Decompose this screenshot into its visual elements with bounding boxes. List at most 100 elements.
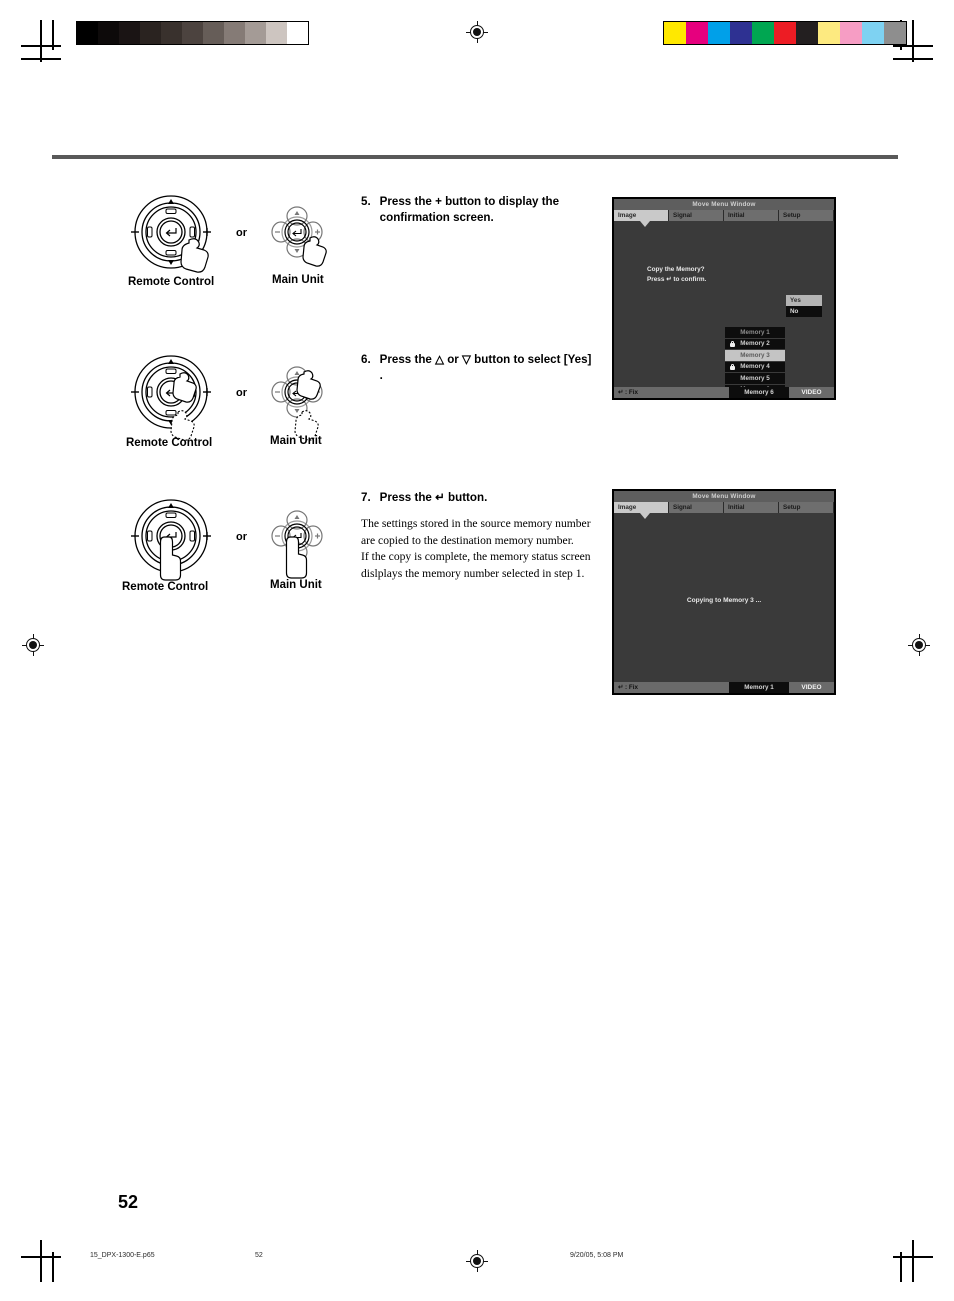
unit-down-arrow-icon — [294, 249, 300, 253]
crop-mark-bottom-right-h — [893, 1256, 933, 1258]
color-swatch-10 — [884, 22, 906, 44]
memory-item-5-label: Memory 5 — [740, 374, 770, 382]
gray-swatch-5 — [182, 22, 203, 44]
step-7-body: The settings stored in the source memory… — [361, 516, 591, 581]
memory-item-2[interactable]: Memory 2 — [725, 338, 785, 350]
crop-mark-bottom-right-v — [912, 1240, 914, 1282]
crop-mark-bottom-left-h — [21, 1256, 61, 1258]
page-number: 52 — [118, 1192, 139, 1212]
gray-swatch-3 — [140, 22, 161, 44]
osd-confirm-message: Copy the Memory? Press ↵ to confirm. — [647, 266, 707, 283]
gray-swatch-9 — [266, 22, 287, 44]
crop-mark-bottom-left-v2 — [52, 1252, 54, 1282]
crop-mark-bottom-left-v — [40, 1240, 42, 1282]
memory-item-2-label: Memory 2 — [740, 340, 770, 348]
registration-mark-bottom — [466, 1250, 488, 1272]
illustration-step-5: or Remote Control Main Unit — [118, 192, 354, 292]
color-swatch-5 — [774, 22, 796, 44]
gray-swatch-2 — [119, 22, 140, 44]
or-label-5: or — [236, 227, 248, 239]
color-control-strip — [663, 21, 907, 45]
crop-mark-top-right-h2 — [893, 58, 933, 60]
osd-copying-status-memory: Memory 1 — [729, 682, 789, 693]
step-5-heading: Press the + button to display the confir… — [379, 195, 560, 224]
crop-mark-top-left-v — [40, 20, 42, 62]
gray-swatch-0 — [77, 22, 98, 44]
lock-icon — [730, 363, 735, 370]
gray-swatch-1 — [98, 22, 119, 44]
osd-copying-tab-signal[interactable]: Signal — [669, 502, 723, 513]
osd-copying-tab-setup[interactable]: Setup — [779, 502, 833, 513]
crop-mark-top-left-h — [21, 45, 61, 47]
osd-copying-screen: Move Menu Window Image Signal Initial Se… — [612, 489, 836, 695]
osd-copying-message: Copying to Memory 3 ... — [686, 597, 762, 604]
step-7-number: 7. — [361, 491, 371, 504]
osd-confirm-tabbar: Image Signal Initial Setup — [614, 210, 834, 227]
unit-up-arrow-icon — [294, 211, 300, 215]
gray-swatch-10 — [287, 22, 308, 44]
osd-copying-tabbar: Image Signal Initial Setup — [614, 502, 834, 519]
osd-copying-statusbar: ↵ : Fix Memory 1 VIDEO — [614, 682, 834, 693]
lock-icon — [730, 340, 735, 347]
illustration-step-6: or Remote Control Main Unit — [118, 352, 354, 452]
or-label-6: or — [236, 387, 248, 399]
up-arrow-icon — [168, 199, 174, 204]
step-6-heading: Press the △ or ▽ button to select [Yes] … — [379, 353, 592, 382]
osd-confirmation-screen: Move Menu Window Image Signal Initial Se… — [612, 197, 836, 400]
down-arrow-icon — [168, 260, 174, 265]
memory-item-1[interactable]: Memory 1 — [725, 327, 785, 339]
crop-mark-top-right-h — [893, 45, 933, 47]
color-swatch-8 — [840, 22, 862, 44]
color-swatch-3 — [730, 22, 752, 44]
registration-mark-right — [908, 634, 930, 656]
remote-control-label-7: Remote Control — [122, 581, 209, 593]
memory-item-5[interactable]: Memory 5 — [725, 373, 785, 385]
osd-confirm-tab-initial[interactable]: Initial — [724, 210, 778, 221]
osd-copying-status-source: VIDEO — [789, 682, 834, 693]
osd-confirm-title: Move Menu Window — [614, 199, 834, 210]
step-5: 5. Press the + button to display the con… — [361, 194, 597, 226]
color-swatch-7 — [818, 22, 840, 44]
osd-confirm-body: Copy the Memory? Press ↵ to confirm. Yes… — [614, 221, 834, 398]
osd-memory-list: Memory 1 Memory 2 Memory 3 Memory 4 Memo… — [725, 327, 785, 396]
remote-control-label-6: Remote Control — [126, 437, 213, 449]
main-unit-label-7: Main Unit — [270, 579, 322, 591]
color-swatch-6 — [796, 22, 818, 44]
registration-mark-left — [22, 634, 44, 656]
osd-confirm-tab-image[interactable]: Image — [614, 210, 668, 221]
manual-page: or Remote Control Main Unit 5. Press the… — [0, 0, 954, 1301]
color-swatch-0 — [664, 22, 686, 44]
osd-copying-tab-image[interactable]: Image — [614, 502, 668, 513]
footer-page: 52 — [255, 1252, 263, 1259]
osd-confirm-status-fix: ↵ : Fix — [614, 387, 729, 398]
up-arrow-icon — [168, 503, 174, 508]
osd-copying-tab-initial[interactable]: Initial — [724, 502, 778, 513]
memory-item-4[interactable]: Memory 4 — [725, 361, 785, 373]
gray-swatch-7 — [224, 22, 245, 44]
osd-confirm-yesno-group: Yes No — [786, 295, 822, 317]
step-6-number: 6. — [361, 353, 371, 366]
gray-swatch-6 — [203, 22, 224, 44]
gray-swatch-4 — [161, 22, 182, 44]
grayscale-control-strip — [76, 21, 309, 45]
crop-mark-top-left-h2 — [21, 58, 61, 60]
crop-mark-top-right-v — [912, 20, 914, 62]
memory-item-3-label: Memory 3 — [740, 351, 770, 359]
color-swatch-2 — [708, 22, 730, 44]
illustration-step-7: or Remote Control Main Unit — [118, 496, 354, 596]
osd-option-yes[interactable]: Yes — [786, 295, 822, 306]
footer-filename: 15_DPX-1300-E.p65 — [90, 1252, 155, 1259]
step-7-heading: Press the ↵ button. — [379, 491, 488, 504]
osd-confirm-tab-signal[interactable]: Signal — [669, 210, 723, 221]
color-swatch-1 — [686, 22, 708, 44]
footer-timestamp: 9/20/05, 5:08 PM — [570, 1252, 624, 1259]
osd-copying-title: Move Menu Window — [614, 491, 834, 502]
header-rule — [52, 155, 898, 159]
osd-confirm-tab-setup[interactable]: Setup — [779, 210, 833, 221]
osd-option-no[interactable]: No — [786, 306, 822, 317]
main-unit-label-6: Main Unit — [270, 435, 322, 447]
or-label-7: or — [236, 531, 248, 543]
gray-swatch-8 — [245, 22, 266, 44]
memory-item-3[interactable]: Memory 3 — [725, 350, 785, 362]
main-unit-label-5: Main Unit — [272, 274, 324, 286]
